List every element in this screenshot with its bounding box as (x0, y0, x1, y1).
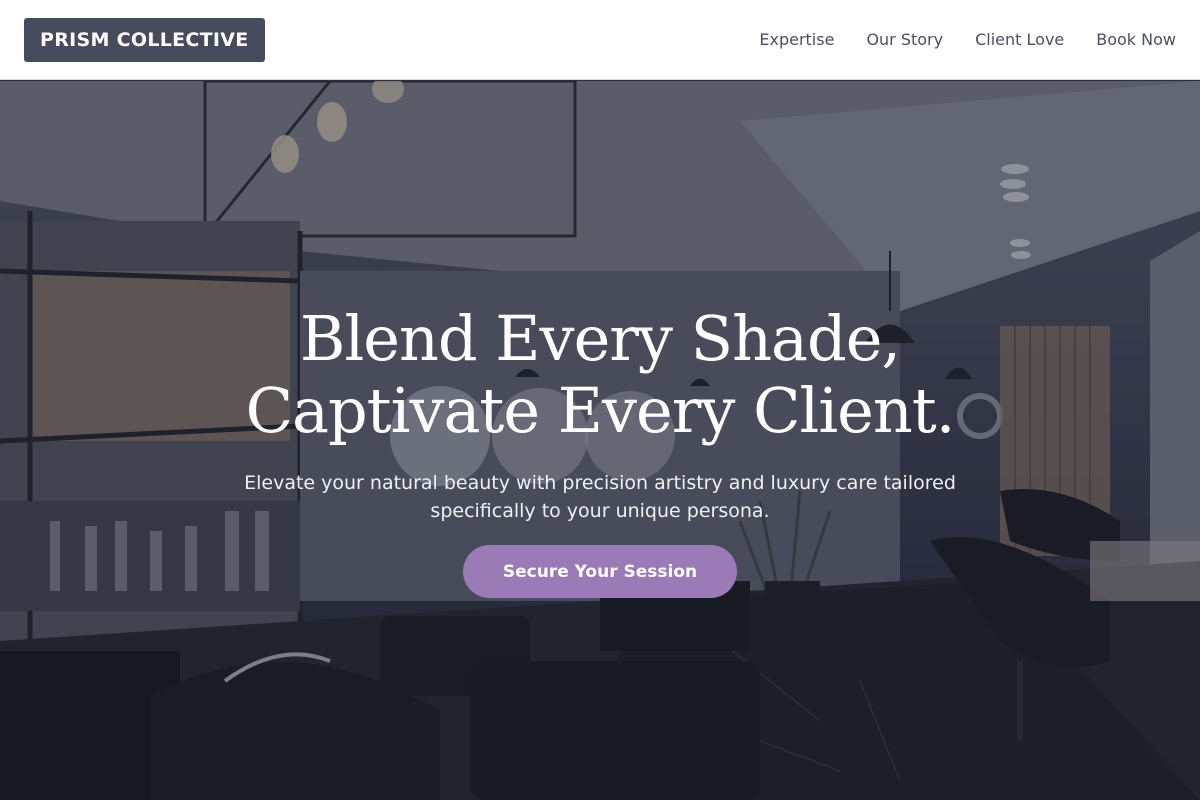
hero-headline: Blend Every Shade, Captivate Every Clien… (245, 302, 956, 447)
nav-link-expertise[interactable]: Expertise (759, 30, 834, 49)
secure-session-button[interactable]: Secure Your Session (462, 545, 738, 598)
brand-logo[interactable]: PRISM COLLECTIVE (24, 17, 265, 62)
nav-link-our-story[interactable]: Our Story (866, 30, 943, 49)
hero-headline-line-2: Captivate Every Client. (245, 374, 956, 447)
nav-link-client-love[interactable]: Client Love (975, 30, 1064, 49)
nav-link-book-now[interactable]: Book Now (1096, 30, 1176, 49)
main-nav: Expertise Our Story Client Love Book Now (759, 30, 1176, 49)
hero-subtext: Elevate your natural beauty with precisi… (244, 472, 956, 522)
hero-section: Blend Every Shade, Captivate Every Clien… (0, 81, 1200, 800)
hero-headline-line-1: Blend Every Shade, (299, 302, 901, 375)
site-header: PRISM COLLECTIVE Expertise Our Story Cli… (0, 0, 1200, 80)
hero-content: Blend Every Shade, Captivate Every Clien… (0, 81, 1200, 800)
